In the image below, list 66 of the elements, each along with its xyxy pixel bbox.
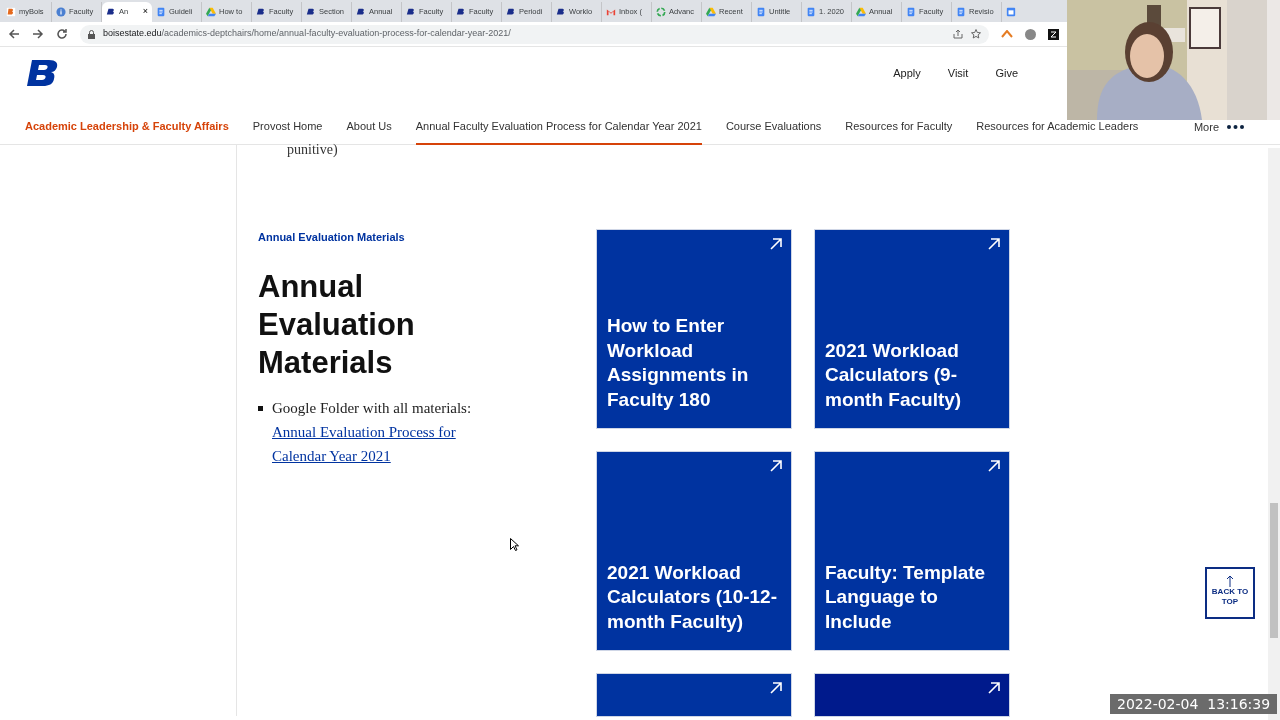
b-letter-icon (306, 7, 316, 17)
url-text: boisestate.edu/academics-deptchairs/home/annual-faculty-evaluation-process-for-calendar-year-2021/ (103, 27, 511, 41)
triangle-icon (706, 7, 716, 17)
section-label: Annual Evaluation Materials (258, 230, 406, 245)
calendar-icon (1006, 7, 1016, 17)
b-letter-icon (556, 7, 566, 17)
external-arrow-icon (770, 238, 782, 250)
nav-link[interactable]: Provost Home (252, 118, 323, 134)
nav-link[interactable]: Resources for Academic Leaders (976, 118, 1139, 134)
b-letter-icon (356, 7, 366, 17)
document-icon (956, 7, 966, 17)
external-arrow-icon (770, 460, 782, 472)
document-icon (756, 7, 766, 17)
reload-icon[interactable] (56, 28, 68, 40)
star-icon[interactable] (971, 29, 981, 39)
document-icon (906, 7, 916, 17)
link-tile[interactable]: 2021 Workload Calculators (9-month Faculty) (814, 229, 1010, 429)
forward-icon[interactable] (32, 28, 44, 40)
top-link[interactable]: Apply (893, 64, 921, 82)
b-letter-icon (6, 7, 16, 17)
external-arrow-icon (988, 238, 1000, 250)
bullet-text: Google Folder with all materials: (272, 398, 473, 418)
nav-link[interactable]: Annual Faculty Evaluation Process for Calendar Year 2021 (415, 118, 702, 145)
nav-link[interactable]: Course Evaluations (725, 118, 822, 134)
triangle-icon (206, 7, 216, 17)
b-letter-icon (256, 7, 266, 17)
link-tile[interactable] (814, 673, 1010, 717)
external-arrow-icon (988, 460, 1000, 472)
external-arrow-icon (770, 682, 782, 694)
logo-icon[interactable] (27, 60, 58, 86)
top-link[interactable]: Visit (947, 64, 969, 82)
more-button[interactable]: More (1193, 119, 1244, 136)
mouse-cursor-icon (510, 538, 519, 551)
b-letter-icon (106, 7, 116, 17)
back-to-top-button[interactable]: BACK TO TOP (1205, 567, 1255, 619)
bullet-icon (258, 405, 263, 411)
b-letter-icon (456, 7, 466, 17)
extension-icon[interactable] (1048, 28, 1059, 40)
timestamp: 2022-02-04 13:16:39 (1110, 694, 1278, 714)
mail-icon (606, 7, 616, 17)
b-letter-icon (406, 7, 416, 17)
external-arrow-icon (988, 682, 1000, 694)
triangle-icon (856, 7, 866, 17)
nav-link[interactable]: About Us (346, 118, 392, 134)
info-icon (56, 7, 66, 17)
address-bar[interactable]: boisestate.edu/academics-deptchairs/home/annual-faculty-evaluation-process-for-calendar-year-2021/ (80, 24, 989, 44)
more-icon (1227, 125, 1244, 130)
section-heading: Annual Evaluation Materials (258, 267, 416, 382)
b-letter-icon (506, 7, 516, 17)
up-arrow-icon (1226, 575, 1234, 587)
site-title[interactable]: Academic Leadership & Faculty Affairs (25, 118, 229, 135)
ring-icon (656, 7, 666, 17)
back-icon[interactable] (8, 28, 20, 40)
body-text: punitive) (287, 141, 338, 159)
close-tab-icon[interactable]: × (142, 5, 148, 19)
share-icon[interactable] (953, 29, 963, 39)
document-icon (806, 7, 816, 17)
lock-icon (88, 29, 95, 39)
nav-link[interactable]: Resources for Faculty (845, 118, 953, 134)
link-tile[interactable] (596, 673, 792, 717)
link-tile[interactable]: 2021 Workload Calculators (10-12-month Faculty) (596, 451, 792, 651)
document-icon (156, 7, 166, 17)
link-tile[interactable]: How to Enter Workload Assignments in Faculty 180 (596, 229, 792, 429)
top-link[interactable]: Give (995, 64, 1018, 82)
link-tile[interactable]: Faculty: Template Language to Include (814, 451, 1010, 651)
folder-link[interactable]: Annual Evaluation Process for Calendar Year 2021 (272, 419, 512, 468)
